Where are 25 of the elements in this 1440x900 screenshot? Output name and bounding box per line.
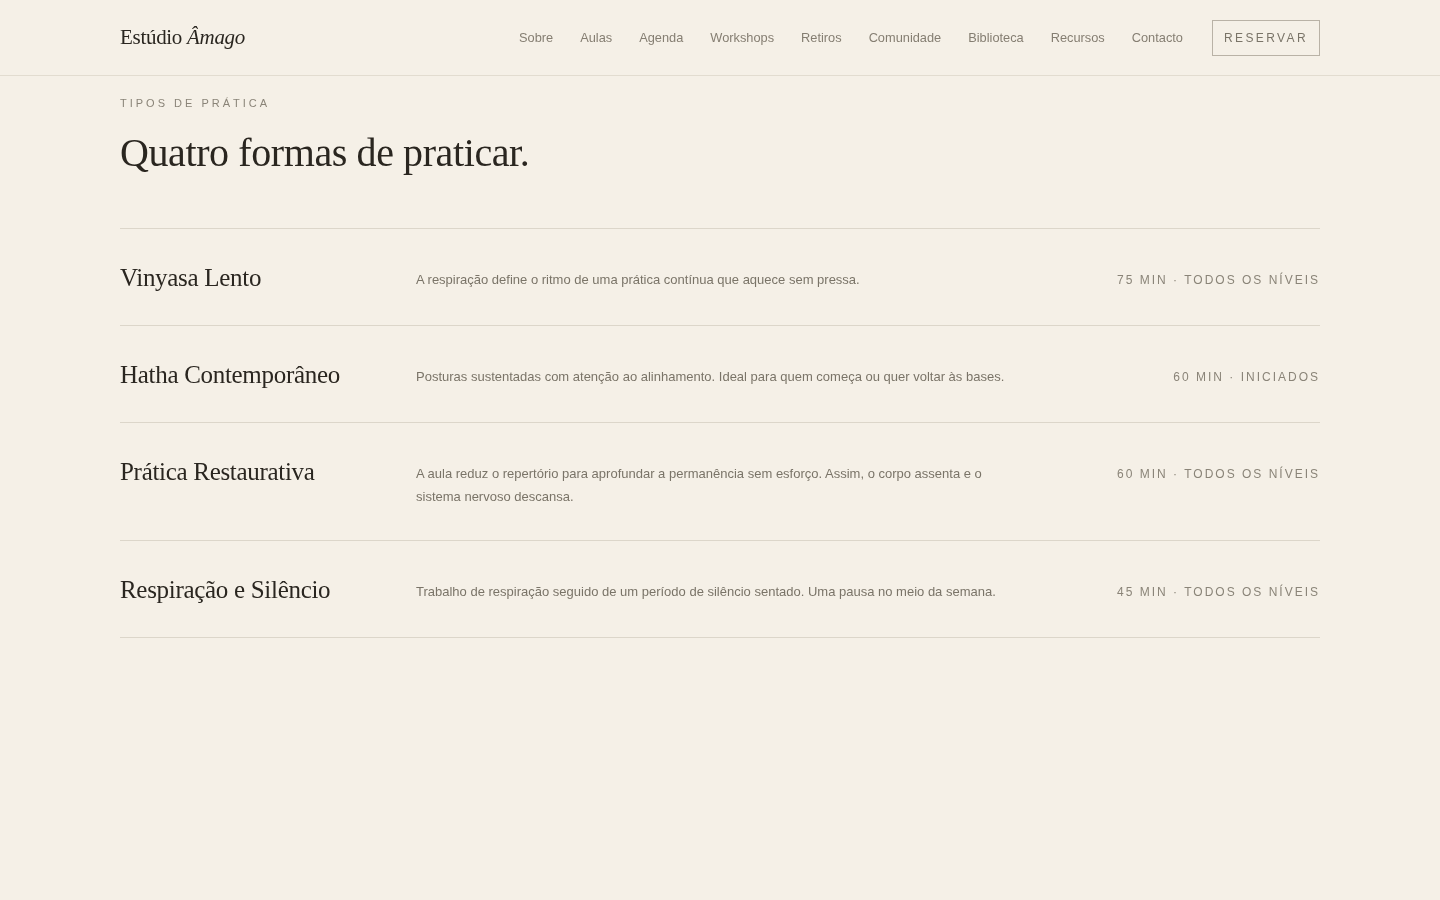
brand-logo[interactable]: Estúdio Âmago bbox=[120, 25, 246, 50]
nav-link[interactable]: Contacto bbox=[1131, 30, 1183, 45]
practice-description: A respiração define o ritmo de uma prática contínua que aquece sem pressa. bbox=[416, 271, 861, 289]
practice-name: Respiração e Silêncio bbox=[120, 575, 332, 605]
nav-link[interactable]: Retiros bbox=[801, 30, 842, 45]
practice-description: Posturas sustentadas com atenção ao alinhamento. Ideal para quem começa ou quer voltar às bases. bbox=[416, 368, 1006, 386]
practice-description: Trabalho de respiração seguido de um período de silêncio sentado. Uma pausa no meio da semana. bbox=[416, 583, 997, 601]
practice-meta: 60 MIN · TODOS OS NÍVEIS bbox=[1117, 465, 1320, 483]
nav-link[interactable]: Recursos bbox=[1050, 30, 1105, 45]
section-eyebrow: TIPOS DE PRÁTICA bbox=[120, 96, 272, 110]
practice-meta: 60 MIN · INICIADOS bbox=[1173, 369, 1320, 386]
practice-name: Vinyasa Lento bbox=[120, 263, 263, 293]
practice-name: Hatha Contemporâneo bbox=[120, 360, 341, 390]
practice-description: A aula reduz o repertório para aprofundar a permanência sem esforço. Assim, o corpo assenta e o sistema nervoso descansa. bbox=[416, 465, 983, 506]
practice-name: Prática Restaurativa bbox=[120, 457, 316, 487]
practice-meta: 45 MIN · TODOS OS NÍVEIS bbox=[1117, 583, 1320, 601]
practice-meta: 75 MIN · TODOS OS NÍVEIS bbox=[1117, 271, 1320, 289]
nav-link[interactable]: Aulas bbox=[580, 30, 613, 45]
nav-link[interactable]: Sobre bbox=[519, 30, 554, 45]
nav-link[interactable]: Workshops bbox=[710, 30, 775, 45]
nav-link[interactable]: Biblioteca bbox=[968, 30, 1024, 45]
nav-link[interactable]: Agenda bbox=[639, 30, 684, 45]
nav-link[interactable]: Comunidade bbox=[868, 30, 942, 45]
reserve-button[interactable]: RESERVAR bbox=[1212, 19, 1320, 56]
section-heading: Quatro formas de praticar. bbox=[120, 130, 531, 176]
